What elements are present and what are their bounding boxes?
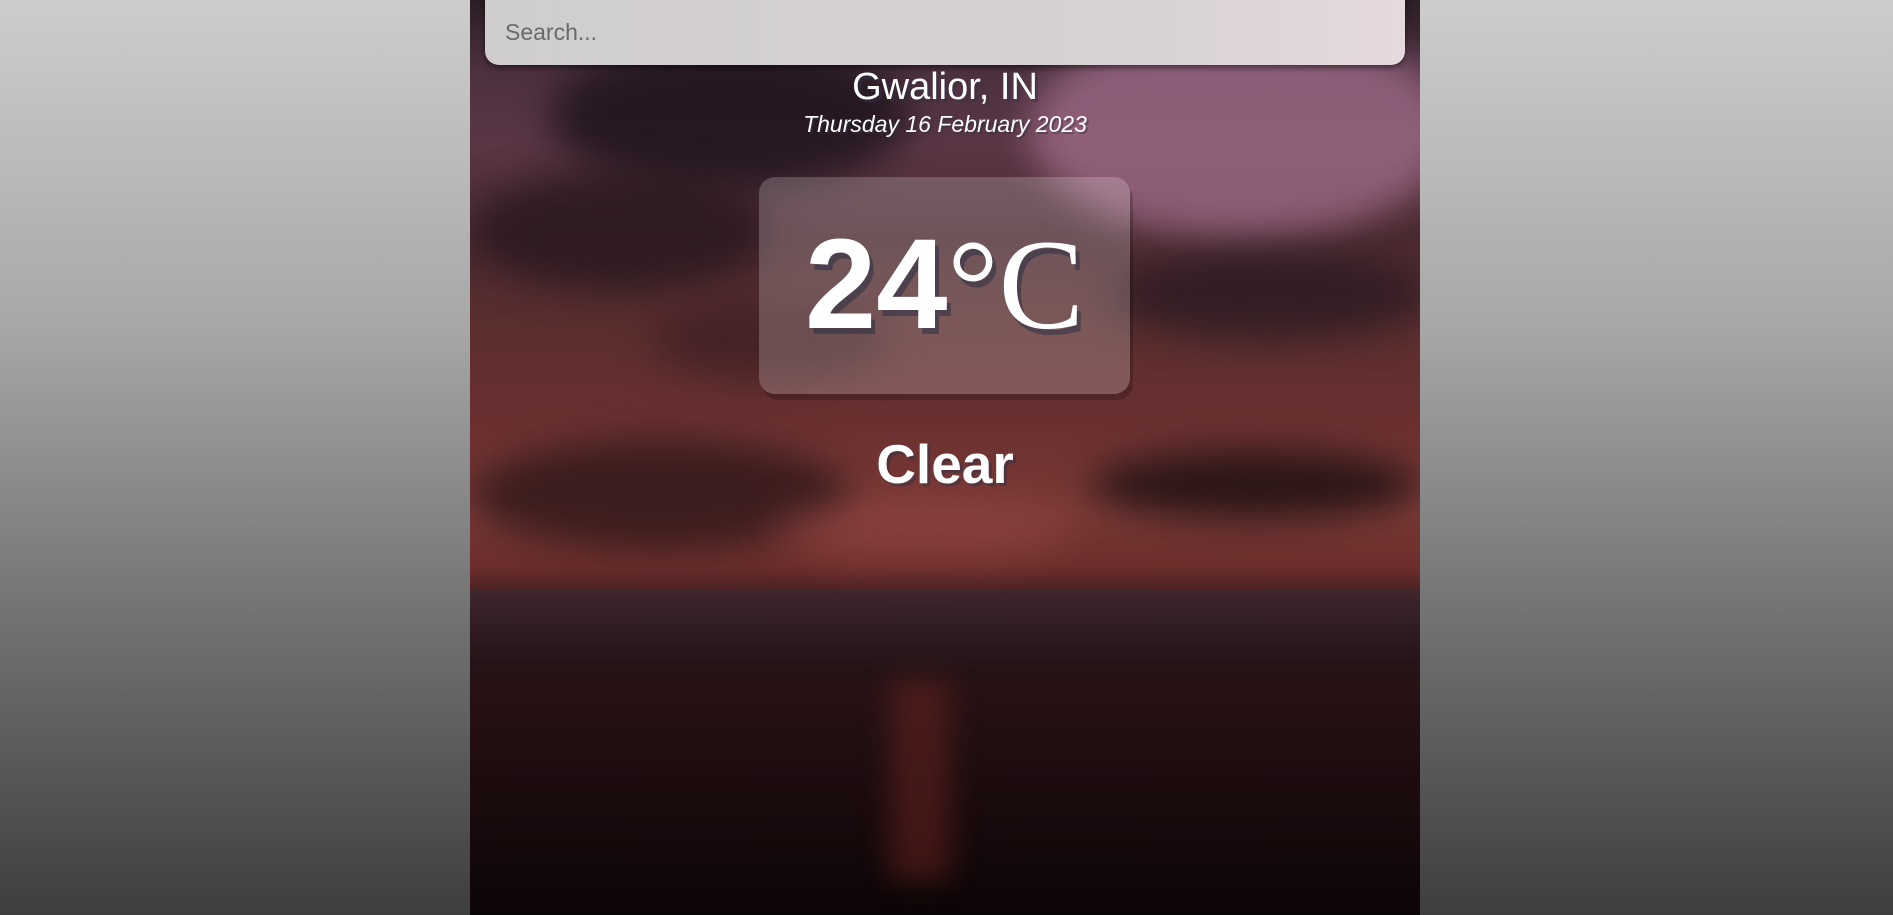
weather-condition: Clear [876,433,1014,495]
background-cloud [770,500,1070,560]
location-name: Gwalior, IN [852,66,1038,108]
background-reflection [890,680,950,880]
temperature-card: 24°C [759,177,1130,394]
background-cloud [470,170,770,290]
temperature-value: 24 [805,213,948,356]
search-input[interactable] [485,0,1405,65]
current-date: Thursday 16 February 2023 [803,111,1087,137]
background-cloud [1110,250,1420,340]
temperature-unit: °C [947,214,1084,356]
temperature-display: 24°C [759,221,1130,350]
background-sea-horizon [470,590,1420,680]
weather-app: Gwalior, IN Thursday 16 February 2023 24… [470,0,1420,915]
